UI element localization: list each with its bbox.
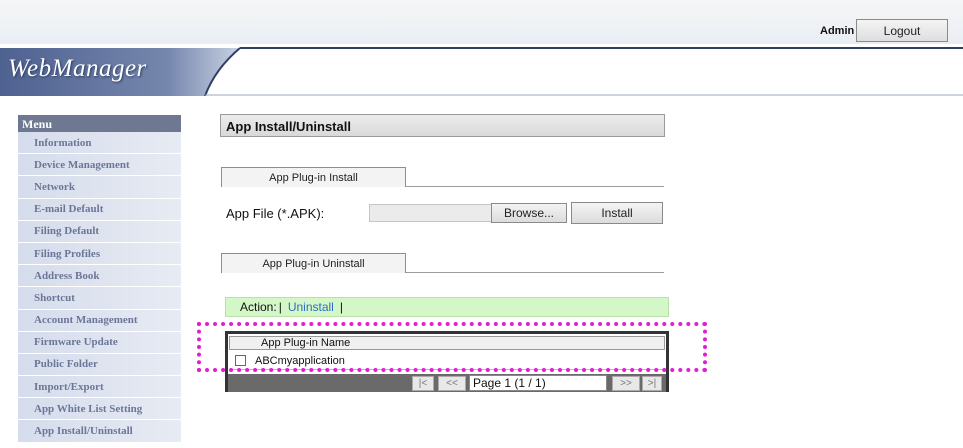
sidebar-item-device-management[interactable]: Device Management: [18, 154, 181, 177]
sidebar-item-address-book[interactable]: Address Book: [18, 265, 181, 288]
sidebar-item-information[interactable]: Information: [18, 132, 181, 155]
row-checkbox[interactable]: [235, 355, 246, 366]
tab-divider: [406, 272, 664, 273]
browse-button[interactable]: Browse...: [491, 203, 567, 223]
sidebar-item-public-folder[interactable]: Public Folder: [18, 353, 181, 377]
column-header-plugin-name[interactable]: App Plug-in Name: [229, 336, 665, 350]
app-file-label: App File (*.APK):: [226, 206, 325, 221]
last-page-button[interactable]: >|: [642, 376, 662, 391]
app-file-input[interactable]: [369, 204, 493, 222]
install-button[interactable]: Install: [571, 202, 663, 224]
sidebar-item-firmware-update[interactable]: Firmware Update: [18, 331, 181, 354]
tab-app-plugin-uninstall[interactable]: App Plug-in Uninstall: [221, 253, 406, 273]
menu-title: Menu: [18, 115, 181, 132]
sidebar-item-account-management[interactable]: Account Management: [18, 309, 181, 332]
action-label: Action:: [240, 300, 277, 314]
uninstall-link[interactable]: Uninstall: [288, 300, 334, 314]
sidebar-item-filing-profiles[interactable]: Filing Profiles: [18, 242, 181, 266]
next-page-button[interactable]: >>: [612, 376, 640, 391]
sidebar-item-app-white-list[interactable]: App White List Setting: [18, 398, 181, 421]
logout-button[interactable]: Logout: [856, 19, 948, 42]
tab-app-plugin-install[interactable]: App Plug-in Install: [221, 167, 406, 187]
sidebar-item-filing-default[interactable]: Filing Default: [18, 220, 181, 243]
action-separator: |: [339, 300, 343, 314]
tab-divider: [406, 186, 664, 187]
action-bar: Action: | Uninstall |: [225, 297, 669, 317]
sidebar-item-app-install-uninstall[interactable]: App Install/Uninstall: [18, 420, 181, 443]
sidebar-item-shortcut[interactable]: Shortcut: [18, 287, 181, 310]
table-row[interactable]: ABCmyapplication: [229, 352, 665, 370]
first-page-button[interactable]: |<: [412, 376, 434, 391]
plugin-name: ABCmyapplication: [255, 354, 345, 367]
webmanager-logo: WebManager: [8, 55, 147, 82]
top-bar: [0, 0, 963, 44]
sidebar-item-import-export[interactable]: Import/Export: [18, 376, 181, 399]
page-indicator[interactable]: Page 1 (1 / 1): [469, 375, 607, 391]
sidebar-item-email-default[interactable]: E-mail Default: [18, 198, 181, 221]
current-user-label: Admin: [820, 25, 855, 37]
sidebar-menu: Menu Information Device Management Netwo…: [18, 115, 181, 443]
plugin-table: App Plug-in Name ABCmyapplication |< << …: [225, 331, 669, 392]
page-title: App Install/Uninstall: [220, 114, 665, 137]
prev-page-button[interactable]: <<: [438, 376, 466, 391]
action-separator: |: [278, 300, 282, 314]
sidebar-item-network[interactable]: Network: [18, 176, 181, 199]
